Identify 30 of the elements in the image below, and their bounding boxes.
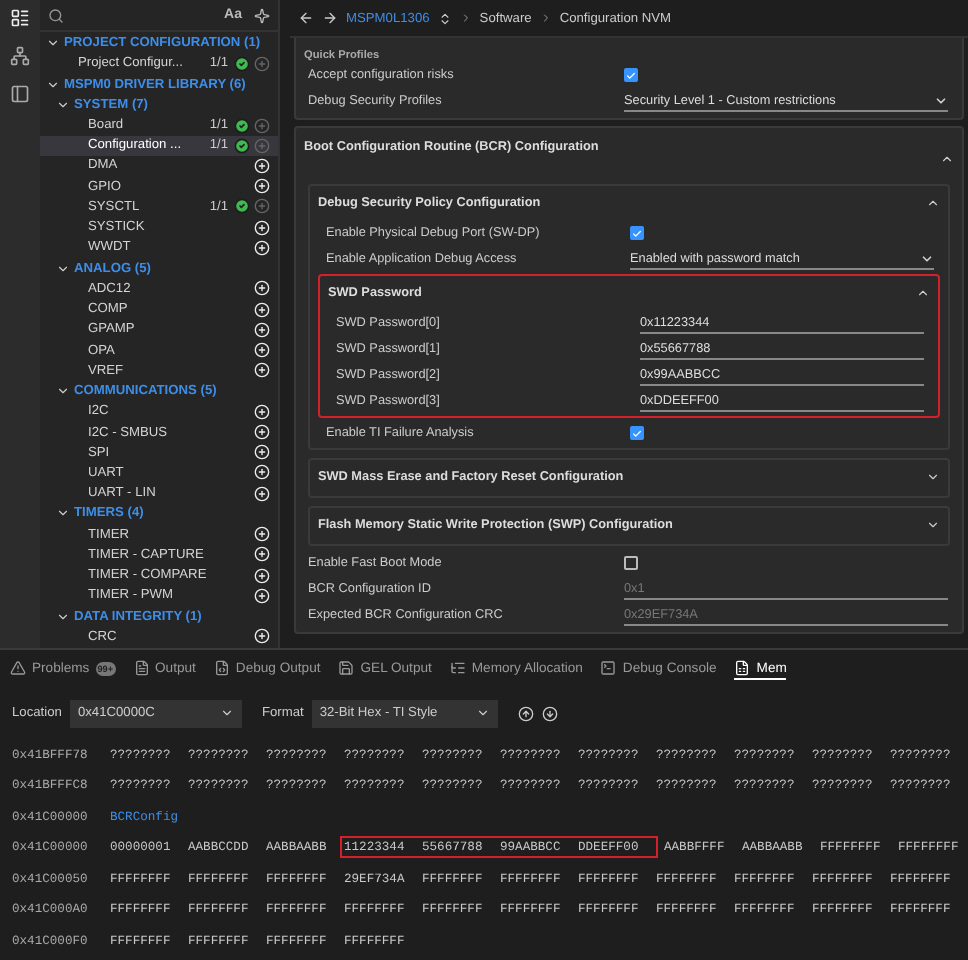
dropdown-caret-icon [934,93,948,107]
terminal-icon [600,660,617,676]
sheet-icon [734,660,751,676]
hierarchy-icon [10,46,30,66]
checkbox[interactable] [630,226,644,240]
separator-icon [539,12,552,24]
code-file-icon [213,660,230,676]
list-icon [449,660,466,676]
switch-icon [437,11,452,25]
list-icon [10,8,30,28]
chevron-down-icon [56,261,70,276]
search-icon [48,7,64,24]
dropdown-caret-icon [920,251,934,265]
chevron-down-icon [56,384,70,399]
chevron-down-icon [56,609,70,624]
warning-icon [10,660,26,676]
document-icon [133,660,150,676]
chevron-down-icon [56,506,70,521]
dropdown-caret-icon [219,706,234,720]
forward-icon [322,10,338,26]
dropdown-caret-icon [475,706,490,720]
separator-icon [459,12,472,24]
sparkle-icon [254,7,270,24]
panel-icon [10,84,30,104]
checkbox[interactable] [624,68,638,82]
checkbox[interactable] [630,426,644,440]
back-icon [298,10,314,26]
collapse-icon [940,152,954,166]
checkbox[interactable] [624,556,638,570]
chevron-down-icon [46,36,60,51]
